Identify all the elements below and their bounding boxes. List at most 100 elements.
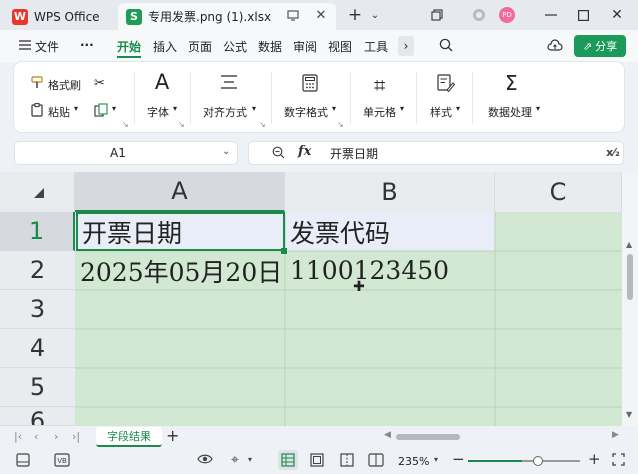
crosshair-icon[interactable]: ⌖ xyxy=(231,452,239,468)
cloud-upload-icon[interactable] xyxy=(546,37,564,53)
format-painter-label[interactable]: 格式刷 xyxy=(48,77,81,93)
select-all-corner[interactable] xyxy=(0,172,75,212)
zoom-out-button[interactable]: − xyxy=(452,450,465,468)
number-format-expand-icon[interactable]: ↘ xyxy=(337,120,344,129)
zoom-out-icon[interactable] xyxy=(271,145,285,159)
skin-icon[interactable] xyxy=(468,5,490,25)
font-dropdown-icon[interactable]: ▾ xyxy=(173,104,177,113)
next-sheet-icon[interactable]: › xyxy=(54,430,58,443)
first-sheet-icon[interactable]: |‹ xyxy=(14,430,22,443)
zoom-level[interactable]: 235% xyxy=(398,455,429,468)
prev-sheet-icon[interactable]: ‹ xyxy=(34,430,38,443)
menu-file[interactable]: 文件 xyxy=(35,38,59,55)
clipboard-expand-icon[interactable]: ↘ xyxy=(122,120,129,129)
row-header-2[interactable]: 2 xyxy=(0,251,75,290)
tab-list-chevron-icon[interactable]: ⌄ xyxy=(364,5,386,25)
copy-dropdown-icon[interactable]: ▾ xyxy=(112,104,116,113)
reading-mode-icon[interactable] xyxy=(368,453,384,467)
scroll-up-icon[interactable]: ▲ xyxy=(626,240,632,249)
column-header-c[interactable]: C xyxy=(495,172,622,212)
align-icon[interactable] xyxy=(220,74,238,90)
name-box-dropdown-icon[interactable]: ⌄ xyxy=(222,146,230,157)
app-tab[interactable]: W WPS Office xyxy=(4,3,112,30)
cell-dropdown-icon[interactable]: ▾ xyxy=(400,104,404,113)
paste-icon[interactable] xyxy=(30,103,44,117)
formula-input[interactable]: 开票日期 xyxy=(330,145,378,162)
align-dropdown-icon[interactable]: ▾ xyxy=(252,104,256,113)
zoom-dropdown-icon[interactable]: ▾ xyxy=(434,455,438,464)
menu-data[interactable]: 数据 xyxy=(258,38,282,55)
fullscreen-icon[interactable] xyxy=(612,453,625,466)
column-header-b[interactable]: B xyxy=(285,172,495,212)
search-icon[interactable] xyxy=(438,37,454,53)
copy-icon[interactable] xyxy=(94,103,108,117)
number-format-label[interactable]: 数字格式 xyxy=(284,104,328,120)
data-process-label[interactable]: 数据处理 xyxy=(488,104,532,120)
number-format-icon[interactable] xyxy=(302,74,318,92)
style-dropdown-icon[interactable]: ▾ xyxy=(456,104,460,113)
page-break-icon[interactable] xyxy=(340,453,354,467)
crosshair-dropdown-icon[interactable]: ▾ xyxy=(248,455,252,464)
menu-insert[interactable]: 插入 xyxy=(153,38,177,55)
share-button[interactable]: ⇗ 分享 xyxy=(574,35,626,57)
page-layout-icon[interactable] xyxy=(310,453,324,467)
style-icon[interactable] xyxy=(437,74,455,92)
row-header-3[interactable]: 3 xyxy=(0,290,75,329)
cell-a1[interactable]: 开票日期 xyxy=(76,212,285,251)
collapse-formula-icon[interactable]: x⁄₂ xyxy=(606,145,620,159)
font-expand-icon[interactable]: ↘ xyxy=(178,120,185,129)
menu-home[interactable]: 开始 xyxy=(117,38,141,55)
minimize-icon[interactable] xyxy=(540,5,562,25)
format-painter-icon[interactable] xyxy=(30,76,44,89)
add-sheet-button[interactable]: + xyxy=(166,426,179,445)
column-header-a[interactable]: A xyxy=(75,172,285,212)
cut-icon[interactable]: ✂ xyxy=(94,76,105,91)
data-process-dropdown-icon[interactable]: ▾ xyxy=(536,104,540,113)
scroll-right-icon[interactable]: ▶ xyxy=(612,430,619,440)
monitor-icon[interactable] xyxy=(286,8,300,22)
row-header-5[interactable]: 5 xyxy=(0,368,75,407)
align-expand-icon[interactable]: ↘ xyxy=(259,120,266,129)
number-format-dropdown-icon[interactable]: ▾ xyxy=(332,104,336,113)
menu-scroll-right-icon[interactable]: › xyxy=(398,36,414,56)
font-a-icon[interactable]: A xyxy=(152,70,172,94)
cell-b1[interactable]: 发票代码 xyxy=(286,212,494,251)
vertical-scrollbar[interactable]: ▲ ▼ xyxy=(622,172,638,426)
name-box[interactable] xyxy=(14,141,238,165)
menu-more[interactable]: ··· xyxy=(80,38,94,52)
row-header-6[interactable]: 6 xyxy=(0,407,75,426)
cell-a2[interactable]: 2025年05月20日 xyxy=(76,251,285,290)
menu-tools[interactable]: 工具 xyxy=(364,38,388,55)
cell-reference[interactable]: A1 xyxy=(110,146,126,160)
sum-icon[interactable]: Σ xyxy=(505,71,518,95)
style-label[interactable]: 样式 xyxy=(430,104,452,120)
eye-protection-icon[interactable] xyxy=(197,453,213,465)
maximize-icon[interactable] xyxy=(572,5,594,25)
row-header-4[interactable]: 4 xyxy=(0,329,75,368)
macro-icon[interactable]: VB xyxy=(54,453,70,467)
menu-review[interactable]: 审阅 xyxy=(293,38,317,55)
font-label[interactable]: 字体 xyxy=(147,104,169,120)
align-label[interactable]: 对齐方式 xyxy=(203,104,247,120)
menu-page[interactable]: 页面 xyxy=(188,38,212,55)
horizontal-scroll-thumb[interactable] xyxy=(396,434,460,440)
layout-icon[interactable] xyxy=(16,453,30,467)
zoom-in-button[interactable]: + xyxy=(588,450,601,468)
cell-label[interactable]: 单元格 xyxy=(363,104,396,120)
normal-view-button[interactable] xyxy=(278,450,298,470)
vertical-scroll-thumb[interactable] xyxy=(627,254,633,300)
menu-formula[interactable]: 公式 xyxy=(223,38,247,55)
menu-view[interactable]: 视图 xyxy=(328,38,352,55)
paste-label[interactable]: 粘贴 xyxy=(48,104,70,120)
last-sheet-icon[interactable]: ›| xyxy=(72,430,80,443)
close-tab-icon[interactable]: ✕ xyxy=(314,8,328,23)
scroll-left-icon[interactable]: ◀ xyxy=(384,430,391,440)
fill-handle[interactable] xyxy=(281,248,287,254)
hamburger-menu-icon[interactable] xyxy=(18,38,32,52)
close-window-icon[interactable]: ✕ xyxy=(606,5,628,25)
new-tab-button[interactable]: + xyxy=(344,5,366,25)
restore-window-icon[interactable] xyxy=(426,5,448,25)
cell-b2[interactable]: 1100123450 xyxy=(286,251,494,290)
paste-dropdown-icon[interactable]: ▾ xyxy=(74,104,78,113)
cell-grid-icon[interactable]: ⌗ xyxy=(374,73,385,97)
